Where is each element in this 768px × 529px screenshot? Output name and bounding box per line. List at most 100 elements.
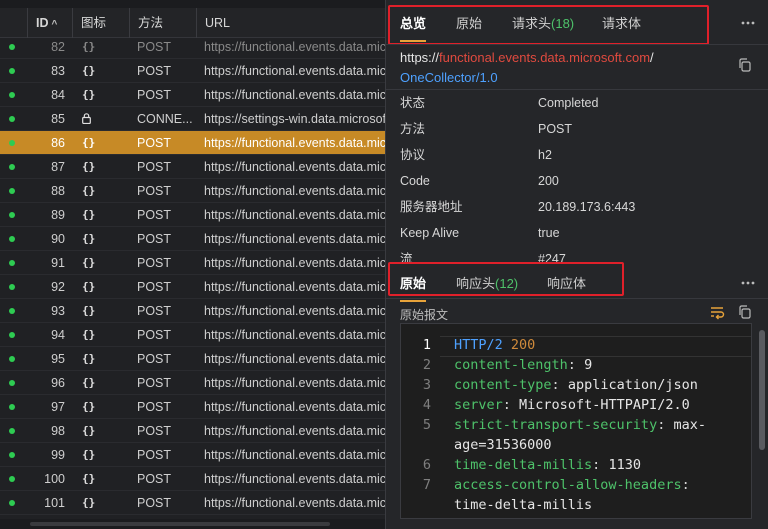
- row-id: 94: [51, 328, 65, 342]
- column-header-method[interactable]: 方法: [129, 8, 196, 38]
- request-url: https://functional.events.data.microsoft…: [400, 48, 730, 88]
- row-id: 92: [51, 280, 65, 294]
- wrap-lines-icon[interactable]: [709, 304, 725, 320]
- tab-count: (12): [495, 276, 519, 291]
- json-icon: {}: [82, 64, 96, 77]
- horizontal-scrollbar[interactable]: [0, 519, 385, 529]
- table-row[interactable]: 89 {} POST https://functional.events.data.m…: [0, 203, 385, 227]
- row-id: 85: [51, 112, 65, 126]
- row-id: 95: [51, 352, 65, 366]
- table-row[interactable]: 98 {} POST https://functional.events.data.m…: [0, 419, 385, 443]
- field-value[interactable]: Completed: [538, 90, 598, 116]
- tab-label: 响应头: [456, 276, 496, 291]
- table-row[interactable]: 101 {} POST https://functional.events.data.…: [0, 491, 385, 515]
- copy-url-icon[interactable]: [737, 57, 753, 73]
- row-method: POST: [137, 256, 172, 270]
- row-url: https://functional.events.data.microsoft…: [204, 136, 385, 150]
- field-value[interactable]: h2: [538, 142, 552, 168]
- raw-response-editor[interactable]: 1 HTTP/2 200 2 content-length: 9 3 content-ty…: [400, 323, 752, 519]
- row-id: 90: [51, 232, 65, 246]
- field-value[interactable]: POST: [538, 116, 572, 142]
- status-dot: [9, 380, 15, 386]
- table-row[interactable]: 87 {} POST https://functional.events.data.m…: [0, 155, 385, 179]
- row-method: POST: [137, 304, 172, 318]
- json-icon: {}: [82, 376, 96, 389]
- ellipsis-icon[interactable]: [739, 14, 757, 32]
- tab-request-body[interactable]: 请求体: [602, 2, 641, 42]
- copy-raw-icon[interactable]: [737, 304, 753, 320]
- row-method: POST: [137, 208, 172, 222]
- json-icon: {}: [82, 208, 96, 221]
- tab-response-raw[interactable]: 原始: [400, 262, 427, 302]
- code-line: content-type: application/json: [454, 377, 698, 393]
- tab-label: 总览: [400, 16, 427, 31]
- row-method: POST: [137, 424, 172, 438]
- scrollbar-thumb[interactable]: [759, 330, 765, 450]
- table-row[interactable]: 95 {} POST https://functional.events.data.m…: [0, 347, 385, 371]
- table-row[interactable]: 92 {} POST https://functional.events.data.m…: [0, 275, 385, 299]
- field-key: 协议: [400, 148, 426, 162]
- divider: [386, 298, 768, 299]
- request-list: ID ^ 图标 方法 URL 82 {} POST https://functional…: [0, 0, 385, 529]
- table-row[interactable]: 97 {} POST https://functional.events.data.m…: [0, 395, 385, 419]
- field-value[interactable]: true: [538, 220, 560, 246]
- row-url: https://functional.events.data.microsoft…: [204, 40, 385, 54]
- status-dot: [9, 164, 15, 170]
- table-row[interactable]: 83 {} POST https://functional.events.data.m…: [0, 59, 385, 83]
- vertical-scrollbar[interactable]: [758, 330, 766, 510]
- tab-response-body[interactable]: 响应体: [547, 262, 586, 302]
- table-row[interactable]: 100 {} POST https://functional.events.data.…: [0, 467, 385, 491]
- row-url: https://functional.events.data.microsoft…: [204, 400, 385, 414]
- row-url: https://functional.events.data.microsoft…: [204, 352, 385, 366]
- row-method: CONNE...: [137, 112, 193, 126]
- row-id: 97: [51, 400, 65, 414]
- scrollbar-thumb[interactable]: [30, 522, 330, 526]
- tab-overview[interactable]: 总览: [400, 2, 427, 42]
- json-icon: {}: [82, 496, 96, 509]
- table-row[interactable]: 88 {} POST https://functional.events.data.m…: [0, 179, 385, 203]
- row-url: https://functional.events.data.microsoft…: [204, 280, 385, 294]
- column-header-icon[interactable]: 图标: [72, 8, 129, 38]
- table-row[interactable]: 94 {} POST https://functional.events.data.m…: [0, 323, 385, 347]
- row-url: https://functional.events.data.microsoft…: [204, 256, 385, 270]
- row-url: https://functional.events.data.microsoft…: [204, 304, 385, 318]
- table-row[interactable]: 93 {} POST https://functional.events.data.m…: [0, 299, 385, 323]
- code-line: content-length: 9: [454, 357, 593, 373]
- request-tabs: 总览 原始 请求头(18) 请求体: [386, 2, 768, 42]
- raw-message-label: 原始报文: [400, 308, 449, 322]
- table-row[interactable]: 96 {} POST https://functional.events.data.m…: [0, 371, 385, 395]
- table-row[interactable]: 90 {} POST https://functional.events.data.m…: [0, 227, 385, 251]
- table-row[interactable]: 82 {} POST https://functional.events.data.m…: [0, 35, 385, 59]
- table-row[interactable]: 99 {} POST https://functional.events.data.m…: [0, 443, 385, 467]
- line-number: 5: [422, 417, 431, 433]
- tab-request-headers[interactable]: 请求头(18): [512, 2, 574, 42]
- table-row[interactable]: 84 {} POST https://functional.events.data.m…: [0, 83, 385, 107]
- tab-response-headers[interactable]: 响应头(12): [456, 262, 518, 302]
- status-dot: [9, 284, 15, 290]
- column-header-url[interactable]: URL: [196, 8, 385, 38]
- tab-raw[interactable]: 原始: [456, 2, 482, 42]
- column-header-id[interactable]: ID ^: [27, 8, 72, 38]
- ellipsis-icon[interactable]: [739, 274, 757, 292]
- header-value: 9: [584, 357, 593, 373]
- status-dot: [9, 356, 15, 362]
- json-icon: {}: [82, 424, 96, 437]
- row-id: 98: [51, 424, 65, 438]
- list-top-strip: [0, 0, 385, 8]
- divider: [386, 44, 768, 45]
- http-protocol: HTTP/2: [454, 337, 503, 353]
- field-value[interactable]: 200: [538, 168, 559, 194]
- table-row[interactable]: 85 CONNE... https://settings-win.data.micr…: [0, 107, 385, 131]
- header-value: application/json: [567, 377, 698, 393]
- json-icon: {}: [82, 400, 96, 413]
- row-url: https://functional.events.data.microsoft…: [204, 424, 385, 438]
- row-method: POST: [137, 136, 172, 150]
- url-path: OneCollector/1.0: [400, 70, 498, 85]
- table-row[interactable]: 86 {} POST https://functional.events.data.m…: [0, 131, 385, 155]
- field-value[interactable]: 20.189.173.6:443: [538, 194, 635, 220]
- code-line: time-delta-millis: [454, 497, 751, 513]
- status-dot: [9, 116, 15, 122]
- column-id-label: ID: [36, 16, 49, 30]
- table-row[interactable]: 91 {} POST https://functional.events.data.m…: [0, 251, 385, 275]
- code-line: HTTP/2 200: [454, 337, 751, 353]
